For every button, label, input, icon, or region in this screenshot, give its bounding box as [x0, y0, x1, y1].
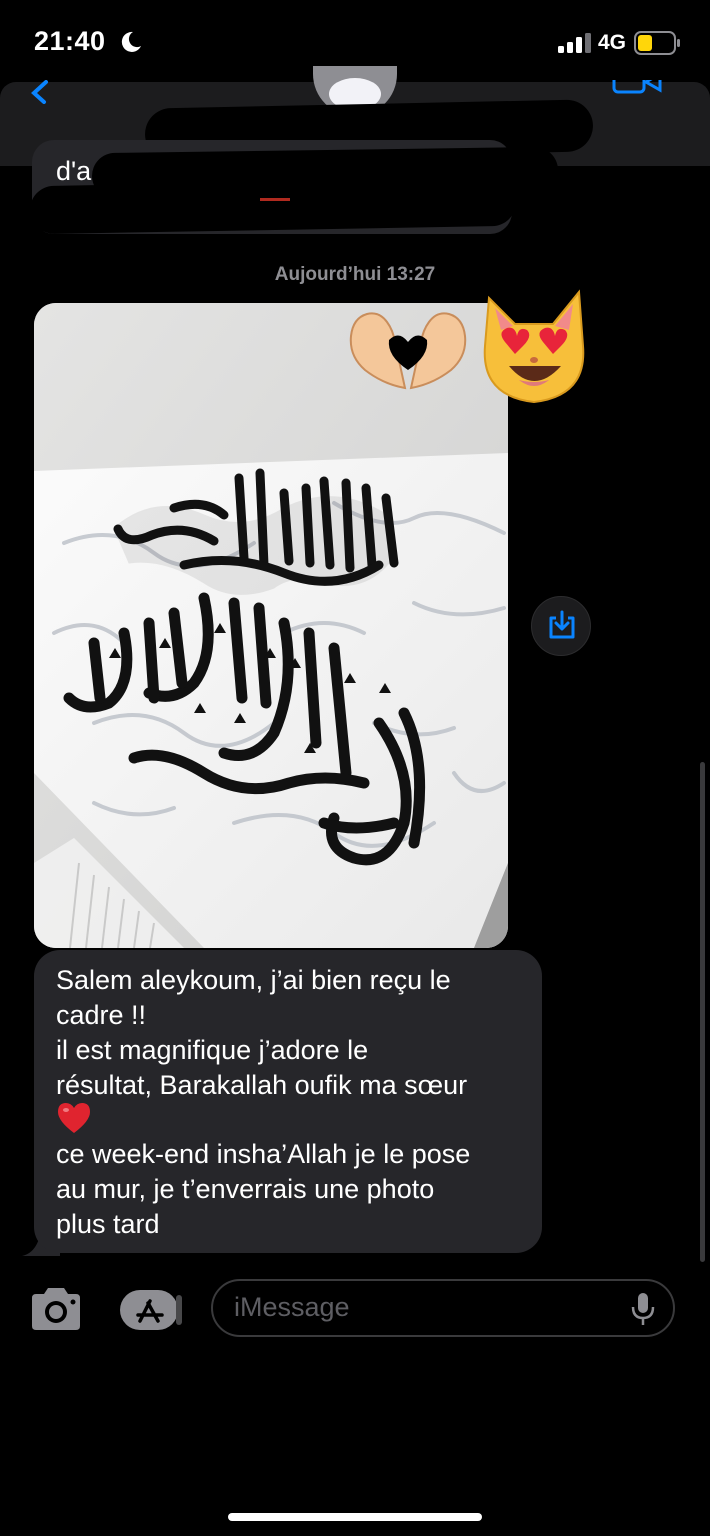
app-store-icon[interactable] [118, 1289, 184, 1331]
previous-message-text: d'a [56, 156, 92, 186]
battery-icon [634, 31, 680, 55]
video-call-icon[interactable] [612, 80, 664, 96]
message-text-line: il est magnifique j’adore le [56, 1035, 369, 1065]
scroll-indicator[interactable] [700, 762, 705, 1262]
calligraphy-canvas-photo [34, 303, 508, 948]
message-input-placeholder: iMessage [234, 1292, 350, 1322]
message-text-line: cadre !! [56, 1000, 147, 1030]
microphone-icon[interactable] [630, 1292, 656, 1326]
download-icon [549, 610, 575, 639]
home-indicator[interactable] [228, 1513, 482, 1521]
camera-icon[interactable] [28, 1286, 84, 1332]
redaction-mark [260, 198, 290, 201]
status-time: 21:40 [34, 26, 106, 56]
heart-eyes-cat-icon [483, 289, 585, 404]
message-text-line: ce week-end insha’Allah je le pose [56, 1139, 471, 1169]
redaction-bar [29, 177, 517, 235]
heart-hands-icon [349, 312, 467, 390]
attached-photo[interactable] [34, 303, 508, 948]
signal-icon [558, 33, 591, 53]
message-text-line: plus tard [56, 1209, 160, 1239]
moon-icon [121, 31, 141, 52]
red-heart-icon [58, 1103, 90, 1133]
message-text-line: au mur, je t’enverrais une photo [56, 1174, 435, 1204]
message-text-line: résultat, Barakallah oufik ma sœur [56, 1070, 468, 1100]
back-chevron-icon[interactable] [28, 80, 52, 104]
network-label: 4G [598, 31, 627, 54]
message-text-line: Salem aleykoum, j’ai bien reçu le [56, 965, 451, 995]
message-timestamp: Aujourd’hui 13:27 [274, 264, 436, 285]
